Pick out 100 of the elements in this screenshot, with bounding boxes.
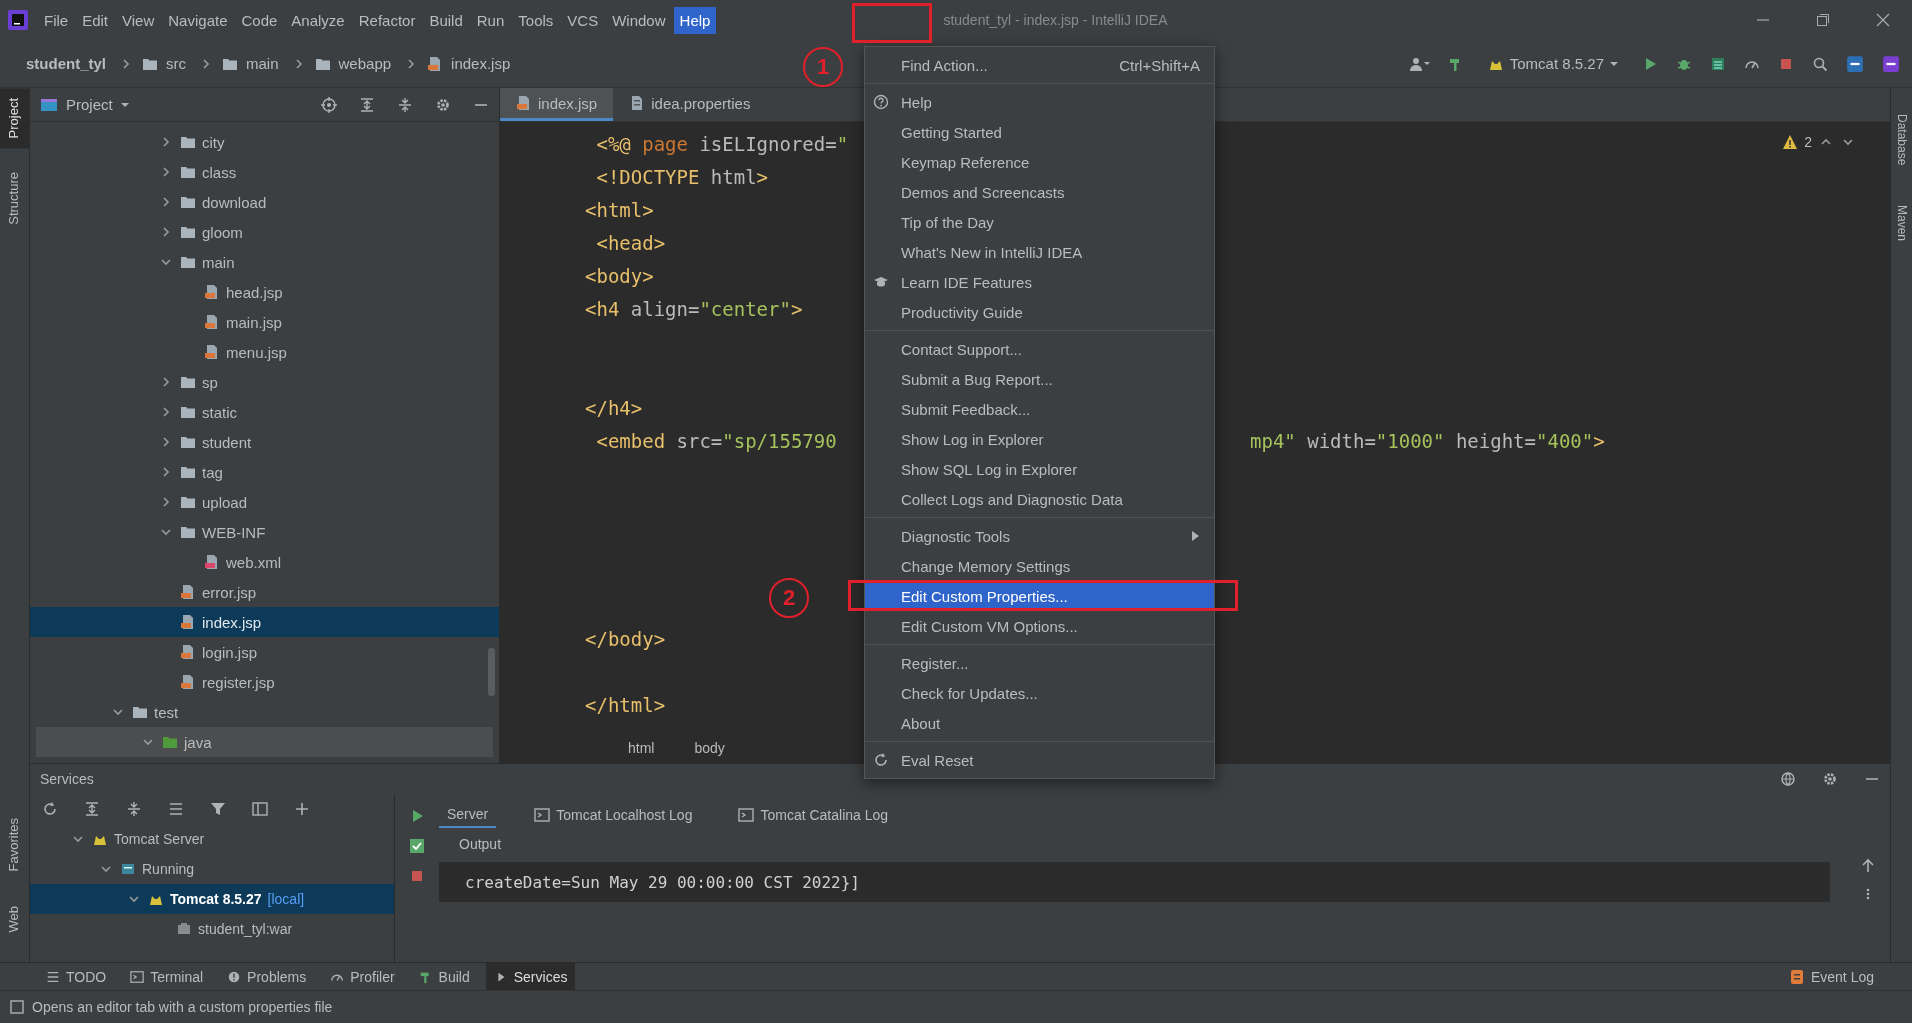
tree-item[interactable]: web.xml (30, 547, 499, 577)
menu-item[interactable]: Find Action... Ctrl+Shift+A (865, 50, 1214, 80)
tree-item[interactable]: login.jsp (30, 637, 499, 667)
log-tab[interactable]: Tomcat Localhost Log (526, 803, 701, 827)
menu-item[interactable]: Eval Reset (865, 745, 1214, 775)
menu-item[interactable]: About (865, 708, 1214, 738)
breadcrumb[interactable]: html (628, 740, 655, 756)
menu-item[interactable]: Edit (76, 6, 115, 34)
tool-window-tab[interactable]: TODO (38, 962, 115, 991)
add-user-icon[interactable] (1407, 55, 1430, 72)
tree-item[interactable]: upload (30, 487, 499, 517)
collapse-all-icon[interactable] (397, 96, 413, 113)
menu-item[interactable]: Register... (865, 648, 1214, 678)
tree-item[interactable]: download (30, 187, 499, 217)
settings-icon[interactable] (435, 96, 451, 113)
scrollbar-thumb[interactable] (488, 648, 495, 696)
scroll-up-icon[interactable] (1860, 858, 1876, 874)
menu-item[interactable]: Learn IDE Features (865, 267, 1214, 297)
tree-item[interactable]: gloom (30, 217, 499, 247)
restore-icon[interactable] (1816, 13, 1830, 27)
log-tab[interactable]: Tomcat Catalina Log (730, 803, 897, 827)
menu-item[interactable]: Getting Started (865, 117, 1214, 147)
menu-item[interactable]: VCS (561, 6, 605, 34)
refresh-icon[interactable] (42, 801, 58, 817)
tree-item[interactable]: java (36, 727, 493, 757)
tree-item[interactable]: sp (30, 367, 499, 397)
menu-item[interactable]: Tools (512, 6, 560, 34)
menu-item[interactable]: Edit Custom VM Options... (865, 611, 1214, 641)
warning-count[interactable]: 2 (1804, 134, 1812, 150)
tool-window-tab[interactable]: Favorites (0, 808, 29, 882)
menu-item[interactable]: Show Log in Explorer (865, 424, 1214, 454)
tree-item[interactable]: WEB-INF (30, 517, 499, 547)
menu-item[interactable]: Keymap Reference (865, 147, 1214, 177)
tree-item[interactable]: head.jsp (30, 277, 499, 307)
breadcrumb[interactable]: student_tyl (22, 55, 110, 72)
tree-item[interactable]: class (30, 157, 499, 187)
panel-toggle-icon[interactable] (10, 1000, 24, 1014)
tree-item[interactable]: tag (30, 457, 499, 487)
tree-item[interactable]: Running (30, 854, 394, 884)
breadcrumb[interactable]: main (242, 55, 283, 72)
menu-item[interactable]: View (116, 6, 161, 34)
editor-tab[interactable]: idea.properties (613, 88, 767, 121)
collapse-all-icon[interactable] (126, 801, 142, 817)
breadcrumb[interactable]: webapp (334, 55, 396, 72)
tool-window-tab[interactable]: Project (0, 88, 29, 149)
tree-item[interactable]: test (30, 697, 499, 727)
menu-item[interactable]: Show SQL Log in Explorer (865, 454, 1214, 484)
layout-icon[interactable] (252, 801, 268, 817)
tool-window-tab[interactable]: Terminal (122, 962, 212, 991)
menu-item[interactable]: Contact Support... (865, 334, 1214, 364)
menu-item[interactable]: Submit a Bug Report... (865, 364, 1214, 394)
tree-item[interactable]: Tomcat Server (30, 824, 394, 854)
tree-item[interactable]: menu.jsp (30, 337, 499, 367)
expand-all-icon[interactable] (359, 96, 375, 113)
menu-item[interactable]: Help (673, 6, 717, 34)
filter-icon[interactable] (210, 801, 226, 817)
tool-window-tab[interactable]: Maven (1891, 199, 1912, 248)
run-configuration-dropdown[interactable]: Tomcat 8.5.27 (1481, 52, 1624, 75)
breadcrumb[interactable]: index.jsp (447, 55, 515, 72)
breadcrumb[interactable]: body (694, 740, 725, 756)
expand-all-icon[interactable] (84, 801, 100, 817)
tree-item[interactable]: error.jsp (30, 577, 499, 607)
menu-item[interactable]: Help (865, 87, 1214, 117)
menu-item[interactable]: Tip of the Day (865, 207, 1214, 237)
panel-title[interactable]: Project (66, 96, 113, 113)
menu-item[interactable]: Diagnostic Tools (865, 521, 1214, 551)
tool-window-tab[interactable]: Structure (0, 162, 29, 236)
editor-tab[interactable]: index.jsp (500, 88, 614, 121)
menu-item[interactable]: Collect Logs and Diagnostic Data (865, 484, 1214, 514)
settings-icon[interactable] (1822, 771, 1838, 787)
tree-item[interactable]: city (30, 127, 499, 157)
tool-window-tab[interactable]: Problems (219, 962, 315, 991)
menu-item[interactable]: Productivity Guide (865, 297, 1214, 327)
coverage-icon[interactable] (1710, 55, 1726, 72)
menu-item[interactable]: Window (606, 6, 672, 34)
tree-item[interactable]: index.jsp (30, 607, 499, 637)
tree-item[interactable]: Tomcat 8.5.27 [local] (30, 884, 394, 914)
tool-window-tab[interactable]: Web (0, 895, 29, 942)
menu-item[interactable]: Check for Updates... (865, 678, 1214, 708)
menu-item[interactable]: Run (470, 6, 511, 34)
tool-window-tab[interactable]: Services (485, 962, 576, 991)
menu-item[interactable]: Refactor (352, 6, 422, 34)
globe-icon[interactable] (1780, 771, 1796, 787)
tree-item[interactable]: static (30, 397, 499, 427)
tree-item[interactable]: student (30, 427, 499, 457)
caret-icon[interactable] (120, 102, 129, 107)
menu-item[interactable]: File (38, 6, 75, 34)
tree-item[interactable]: student_tyl:war (30, 914, 394, 944)
event-log-button[interactable]: Event Log (1788, 968, 1902, 985)
tree-item[interactable]: main.jsp (30, 307, 499, 337)
menu-item[interactable]: Analyze (285, 6, 351, 34)
search-icon[interactable] (1812, 55, 1828, 72)
tool-window-tab[interactable]: Profiler (322, 962, 403, 991)
stop-icon[interactable] (409, 868, 425, 884)
menu-item[interactable]: Build (423, 6, 469, 34)
tool-window-tab[interactable]: Database (1891, 108, 1912, 172)
menu-item[interactable]: Navigate (162, 6, 234, 34)
menu-item[interactable]: Submit Feedback... (865, 394, 1214, 424)
add-icon[interactable] (294, 801, 310, 817)
breadcrumb[interactable]: src (162, 55, 190, 72)
